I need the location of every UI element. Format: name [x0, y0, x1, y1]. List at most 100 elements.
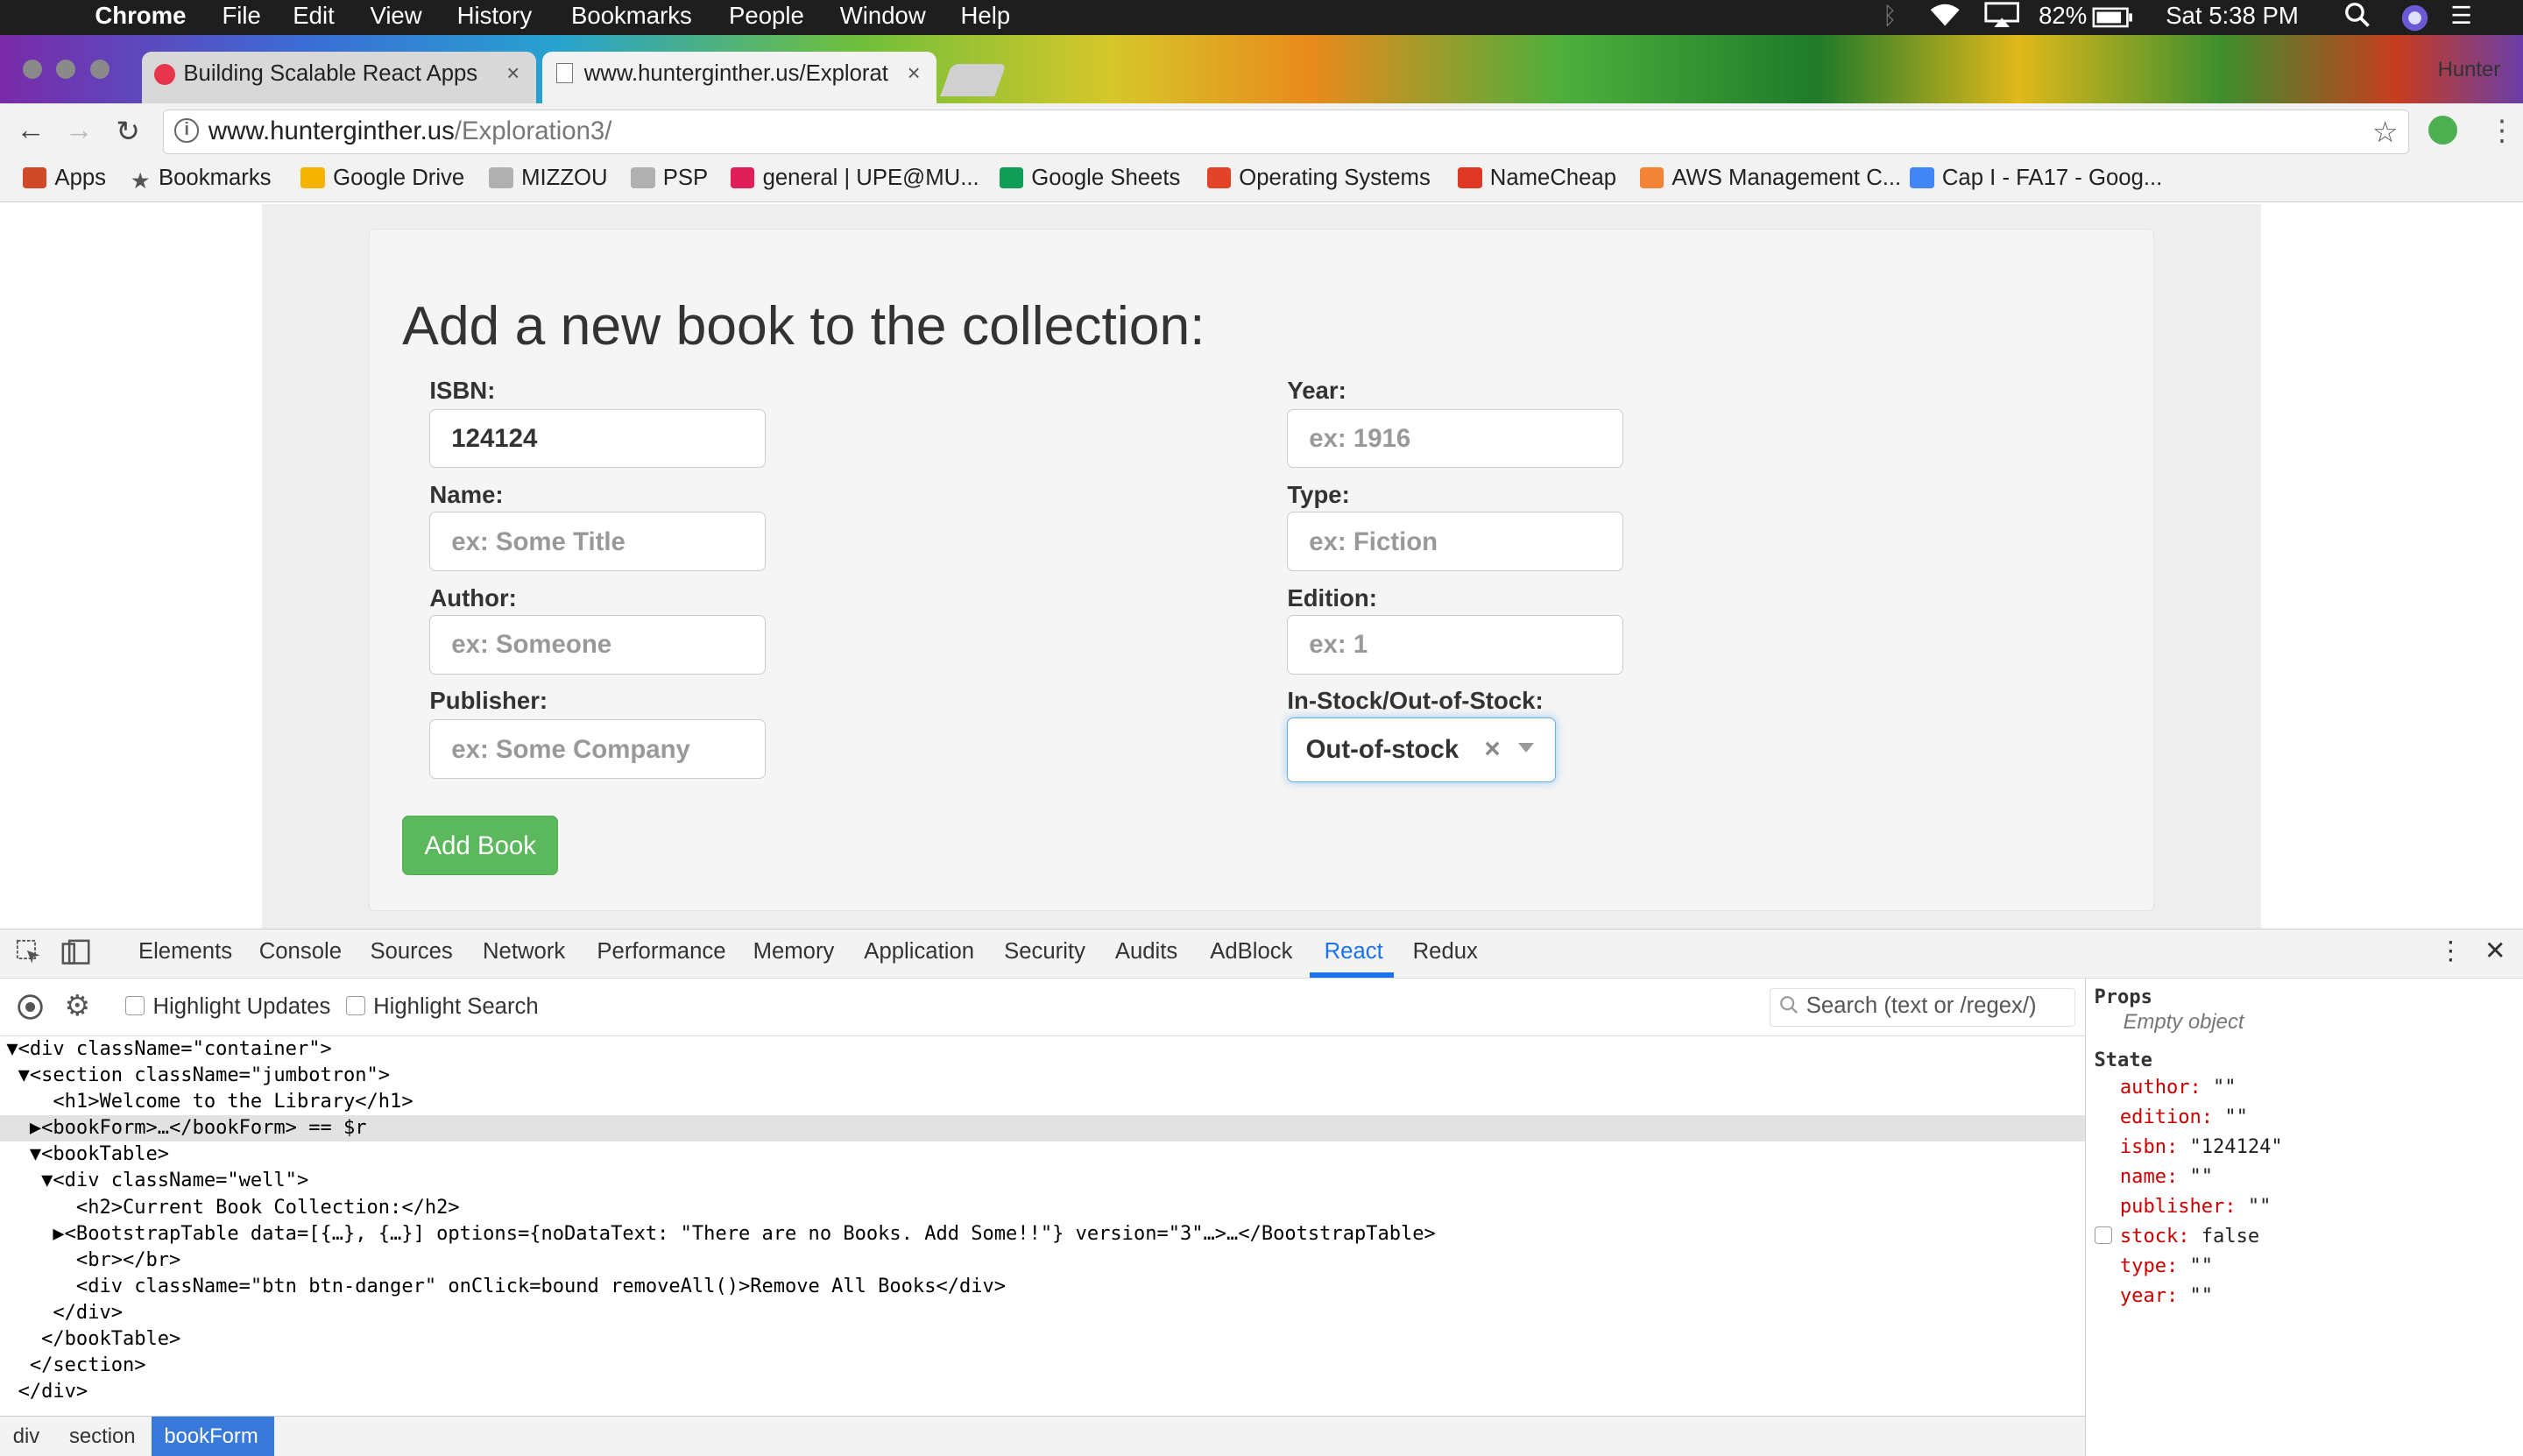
- devtools-menu-icon[interactable]: ⋮: [2438, 936, 2463, 966]
- tab-console[interactable]: Console: [259, 939, 342, 965]
- device-toolbar-icon[interactable]: [61, 939, 90, 971]
- state-row[interactable]: type: "": [2120, 1255, 2213, 1277]
- airplay-icon[interactable]: [1984, 2, 2019, 33]
- bookmark-cap-i[interactable]: Cap I - FA17 - Goog...: [1910, 166, 2162, 191]
- forward-arrow-icon[interactable]: →: [64, 114, 93, 147]
- state-row[interactable]: edition: "": [2120, 1106, 2248, 1128]
- type-input[interactable]: ex: Fiction: [1287, 512, 1624, 572]
- tab-network[interactable]: Network: [483, 939, 565, 965]
- author-input[interactable]: ex: Someone: [429, 614, 767, 675]
- tab-security[interactable]: Security: [1004, 939, 1085, 965]
- bookmark-aws[interactable]: AWS Management C...: [1639, 166, 1901, 191]
- year-input[interactable]: ex: 1916: [1287, 408, 1624, 469]
- bluetooth-icon[interactable]: ᛒ: [1883, 2, 1898, 30]
- tab-redux[interactable]: Redux: [1413, 939, 1478, 965]
- tab-application[interactable]: Application: [864, 939, 974, 965]
- stock-select[interactable]: Out-of-stock ×: [1287, 717, 1557, 782]
- tree-node[interactable]: ▼<div className="well">: [0, 1168, 2085, 1194]
- menubar-clock[interactable]: Sat 5:38 PM: [2166, 2, 2299, 30]
- state-row[interactable]: name: "": [2120, 1166, 2213, 1188]
- bookmark-general-upe[interactable]: general | UPE@MU...: [730, 166, 979, 191]
- tree-node[interactable]: </div>: [0, 1300, 2085, 1326]
- tree-node[interactable]: ▼<div className="container">: [0, 1036, 2085, 1063]
- menu-window[interactable]: Window: [840, 2, 926, 30]
- checkbox[interactable]: [125, 995, 145, 1015]
- breadcrumb-div[interactable]: div: [0, 1417, 53, 1456]
- bookmark-google-sheets[interactable]: Google Sheets: [999, 166, 1180, 191]
- state-row[interactable]: publisher: "": [2120, 1196, 2271, 1218]
- breadcrumb-bookform[interactable]: bookForm: [151, 1417, 275, 1456]
- address-bar[interactable]: i www.hunterginther.us/Exploration3/ ☆: [162, 109, 2409, 155]
- back-arrow-icon[interactable]: ←: [16, 114, 45, 147]
- bookmark-bookmarks[interactable]: ★ Bookmarks: [131, 166, 272, 194]
- tree-node[interactable]: <h1>Welcome to the Library</h1>: [0, 1089, 2085, 1115]
- stock-checkbox[interactable]: [2094, 1226, 2112, 1244]
- menu-help[interactable]: Help: [961, 2, 1011, 30]
- menu-app-name[interactable]: Chrome: [95, 2, 186, 30]
- info-icon[interactable]: i: [174, 118, 199, 143]
- menu-file[interactable]: File: [222, 2, 260, 30]
- profile-name[interactable]: Hunter: [2438, 58, 2501, 82]
- tab-adblock[interactable]: AdBlock: [1210, 939, 1292, 965]
- bookmark-operating-systems[interactable]: Operating Systems: [1206, 166, 1431, 191]
- tab-sources[interactable]: Sources: [370, 939, 452, 965]
- tab-memory[interactable]: Memory: [753, 939, 835, 965]
- spotlight-search-icon[interactable]: [2344, 2, 2370, 33]
- close-devtools-icon[interactable]: ✕: [2484, 936, 2506, 966]
- inspect-element-icon[interactable]: [16, 939, 41, 971]
- menu-view[interactable]: View: [370, 2, 421, 30]
- bookmark-google-drive[interactable]: Google Drive: [300, 166, 464, 191]
- tree-node[interactable]: </section>: [0, 1353, 2085, 1379]
- add-book-button[interactable]: Add Book: [402, 816, 559, 876]
- tree-node[interactable]: <br></br>: [0, 1247, 2085, 1274]
- wifi-icon[interactable]: [1927, 2, 1962, 33]
- chevron-down-icon[interactable]: [1518, 742, 1534, 753]
- settings-gear-icon[interactable]: ⚙: [64, 988, 90, 1023]
- state-row[interactable]: year: "": [2120, 1285, 2213, 1307]
- name-input[interactable]: ex: Some Title: [429, 512, 767, 572]
- state-row[interactable]: author: "": [2120, 1077, 2237, 1099]
- tab-building-react[interactable]: Building Scalable React Apps ×: [141, 51, 536, 103]
- clear-select-icon[interactable]: ×: [1484, 733, 1500, 765]
- menu-bookmarks[interactable]: Bookmarks: [571, 2, 692, 30]
- bookmark-mizzou[interactable]: MIZZOU: [489, 166, 608, 191]
- menu-people[interactable]: People: [729, 2, 804, 30]
- tree-node-selected[interactable]: ▶<bookForm>…</bookForm> == $r: [0, 1115, 2086, 1142]
- tab-close-icon[interactable]: ×: [908, 61, 921, 87]
- tab-performance[interactable]: Performance: [597, 939, 725, 965]
- tree-node[interactable]: ▶<BootstrapTable data=[{…}, {…}] options…: [0, 1221, 2085, 1247]
- tree-node[interactable]: <div className="btn btn-danger" onClick=…: [0, 1274, 2085, 1300]
- window-close-button[interactable]: [22, 59, 42, 79]
- tab-audits[interactable]: Audits: [1115, 939, 1177, 965]
- siri-icon[interactable]: [2400, 4, 2429, 39]
- chrome-menu-icon[interactable]: ⋮: [2488, 113, 2517, 148]
- select-element-target-icon[interactable]: [16, 993, 45, 1028]
- publisher-input[interactable]: ex: Some Company: [429, 719, 767, 779]
- battery-icon[interactable]: [2092, 6, 2134, 34]
- highlight-search-toggle[interactable]: Highlight Search: [345, 994, 539, 1020]
- menu-edit[interactable]: Edit: [293, 2, 334, 30]
- window-zoom-button[interactable]: [89, 59, 110, 79]
- notification-center-icon[interactable]: ☰: [2450, 2, 2472, 30]
- breadcrumb-section[interactable]: section: [56, 1417, 148, 1456]
- state-row[interactable]: isbn: "124124": [2120, 1136, 2283, 1158]
- tree-node[interactable]: </div>: [0, 1379, 2085, 1405]
- tab-elements[interactable]: Elements: [138, 939, 232, 965]
- reload-icon[interactable]: ↻: [116, 114, 140, 149]
- bookmark-star-icon[interactable]: ☆: [2372, 115, 2399, 150]
- tree-node[interactable]: <h2>Current Book Collection:</h2>: [0, 1195, 2085, 1221]
- tree-node[interactable]: </bookTable>: [0, 1326, 2085, 1353]
- highlight-updates-toggle[interactable]: Highlight Updates: [125, 994, 330, 1020]
- checkbox[interactable]: [345, 995, 365, 1015]
- component-search-input[interactable]: Search (text or /regex/): [1770, 987, 2076, 1027]
- tab-close-icon[interactable]: ×: [506, 61, 519, 87]
- tab-react[interactable]: React: [1325, 939, 1383, 965]
- tree-node[interactable]: ▼<bookTable>: [0, 1141, 2085, 1168]
- tab-hunterginther[interactable]: www.hunterginther.us/Explorat ×: [541, 51, 936, 103]
- menu-history[interactable]: History: [457, 2, 533, 30]
- edition-input[interactable]: ex: 1: [1287, 614, 1624, 675]
- isbn-input[interactable]: 124124: [429, 408, 767, 469]
- extension-icon[interactable]: [2428, 116, 2457, 145]
- tree-node[interactable]: ▼<section className="jumbotron">: [0, 1063, 2085, 1089]
- state-row[interactable]: stock: false: [2120, 1226, 2259, 1247]
